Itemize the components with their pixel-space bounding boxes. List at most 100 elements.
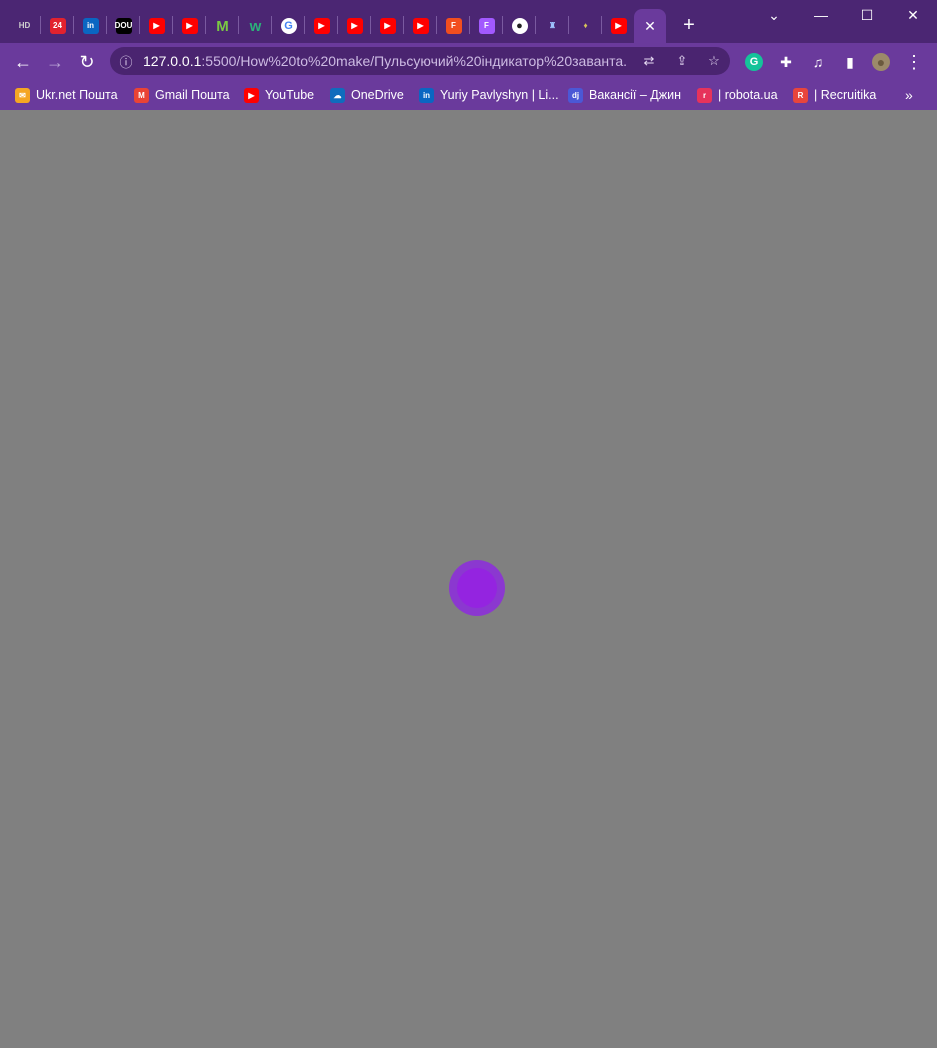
- tab-16[interactable]: ●: [503, 9, 536, 43]
- bookmark-item[interactable]: ☁ OneDrive: [330, 86, 404, 104]
- linkedin-icon: in: [82, 18, 99, 34]
- bookmark-label: OneDrive: [351, 88, 404, 102]
- tab-separator: [568, 16, 569, 34]
- tab-separator: [535, 16, 536, 34]
- youtube-icon: ▶: [313, 18, 330, 34]
- tab-separator: [370, 16, 371, 34]
- address-bar[interactable]: ⓘ 127.0.0.1:5500/How%20to%20make/Пульсую…: [110, 47, 730, 75]
- tab-separator: [73, 16, 74, 34]
- bookmark-label: Gmail Пошта: [155, 88, 230, 102]
- onedrive-icon: ☁: [330, 87, 345, 103]
- tab-5[interactable]: ▶: [140, 9, 173, 43]
- reload-button[interactable]: ↻: [74, 49, 100, 75]
- tab-6[interactable]: ▶: [173, 9, 206, 43]
- media-control-icon[interactable]: ♫: [809, 53, 827, 71]
- tab-separator: [238, 16, 239, 34]
- tab-4[interactable]: DOU: [107, 9, 140, 43]
- linkedin-icon: in: [419, 87, 434, 103]
- extensions-puzzle-icon[interactable]: ✚: [777, 53, 795, 71]
- tab-separator: [304, 16, 305, 34]
- tab-10[interactable]: ▶: [305, 9, 338, 43]
- youtube-icon: ▶: [244, 87, 259, 103]
- bookmark-label: | Recruitika: [814, 88, 877, 102]
- tab-separator: [106, 16, 107, 34]
- tab-18[interactable]: ♦: [569, 9, 602, 43]
- maximize-button[interactable]: ☐: [845, 4, 889, 26]
- youtube-icon: ▶: [412, 18, 429, 34]
- translate-icon[interactable]: ⇄: [641, 53, 657, 69]
- tab-separator: [403, 16, 404, 34]
- youtube-icon: ▶: [181, 18, 198, 34]
- bookmark-item[interactable]: ▶ YouTube: [244, 86, 314, 104]
- castle-icon: ♜: [548, 21, 557, 30]
- tab-17[interactable]: ♜: [536, 9, 569, 43]
- bookmark-label: | robota.ua: [718, 88, 778, 102]
- close-window-button[interactable]: ✕: [891, 4, 935, 26]
- youtube-icon: ▶: [148, 18, 165, 34]
- tab-15[interactable]: F: [470, 9, 503, 43]
- side-panel-icon[interactable]: ▮: [841, 53, 859, 71]
- tab-14[interactable]: F: [437, 9, 470, 43]
- tab-strip: ✕ + ⌄ — ☐ ✕ HD 24 in DOU ▶ ▶ Mw G ▶ ▶ ▶ ▶ F F ● ♜ ♦ ▶: [0, 0, 937, 43]
- tab-separator: [502, 16, 503, 34]
- bookmark-item[interactable]: in Yuriy Pavlyshyn | Li...: [419, 86, 559, 104]
- ukrnet-icon: ✉: [15, 87, 30, 103]
- globe-icon: ●: [511, 18, 528, 34]
- bookmark-item[interactable]: ✉ Ukr.net Пошта: [15, 86, 118, 104]
- tab-separator: [337, 16, 338, 34]
- dou-icon: DOU: [115, 18, 132, 34]
- bookmark-label: Yuriy Pavlyshyn | Li...: [440, 88, 559, 102]
- tab-19[interactable]: ▶: [602, 9, 635, 43]
- url-path: :5500/How%20to%20make/Пульсуючий%20індик…: [201, 53, 628, 69]
- tab-8[interactable]: w: [239, 9, 272, 43]
- m-icon: M: [216, 17, 229, 35]
- tab-11[interactable]: ▶: [338, 9, 371, 43]
- close-tab-icon[interactable]: ✕: [644, 18, 656, 35]
- gmail-icon: M: [134, 87, 149, 103]
- tab-2[interactable]: 24: [41, 9, 74, 43]
- tab-separator: [139, 16, 140, 34]
- bookmark-label: Вакансії – Джин: [589, 88, 681, 102]
- bookmark-star-icon[interactable]: ☆: [706, 53, 722, 69]
- url-text[interactable]: 127.0.0.1:5500/How%20to%20make/Пульсуючи…: [143, 53, 628, 69]
- share-icon[interactable]: ⇪: [674, 53, 690, 69]
- url-host: 127.0.0.1: [143, 53, 202, 69]
- tab-1[interactable]: HD: [8, 9, 41, 43]
- bookmark-item[interactable]: R | Recruitika: [793, 86, 876, 104]
- tab-7[interactable]: M: [206, 9, 239, 43]
- forward-button[interactable]: →: [42, 49, 68, 75]
- tab-separator: [469, 16, 470, 34]
- figma-icon: F: [478, 18, 495, 34]
- tab-13[interactable]: ▶: [404, 9, 437, 43]
- active-tab[interactable]: ✕: [634, 9, 666, 43]
- site-info-icon[interactable]: ⓘ: [118, 53, 134, 70]
- bookmark-label: YouTube: [265, 88, 315, 102]
- new-tab-button[interactable]: +: [678, 14, 700, 36]
- bookmark-item[interactable]: r | robota.ua: [697, 86, 778, 104]
- w-icon: w: [249, 17, 262, 35]
- tab-search-dropdown[interactable]: ⌄: [752, 4, 796, 26]
- youtube-icon: ▶: [379, 18, 396, 34]
- youtube-icon: ▶: [610, 18, 627, 34]
- tab-separator: [436, 16, 437, 34]
- tab-separator: [205, 16, 206, 34]
- profile-avatar[interactable]: ●: [872, 53, 890, 71]
- bookmarks-overflow-button[interactable]: »: [905, 86, 913, 104]
- 24-icon: 24: [49, 18, 66, 34]
- tab-separator: [40, 16, 41, 34]
- figma-icon: F: [445, 18, 462, 34]
- tab-3[interactable]: in: [74, 9, 107, 43]
- youtube-icon: ▶: [346, 18, 363, 34]
- grammarly-icon[interactable]: G: [745, 53, 763, 71]
- bookmark-label: Ukr.net Пошта: [36, 88, 118, 102]
- minimize-button[interactable]: —: [799, 4, 843, 26]
- menu-icon[interactable]: ⋮: [905, 52, 923, 72]
- bookmark-item[interactable]: M Gmail Пошта: [134, 86, 230, 104]
- pulse-loading-dot: [457, 568, 497, 608]
- bookmark-item[interactable]: dj Вакансії – Джин: [568, 86, 681, 104]
- back-button[interactable]: ←: [10, 49, 36, 75]
- tab-12[interactable]: ▶: [371, 9, 404, 43]
- tab-separator: [172, 16, 173, 34]
- djinni-icon: dj: [568, 87, 583, 103]
- tab-9[interactable]: G: [272, 9, 305, 43]
